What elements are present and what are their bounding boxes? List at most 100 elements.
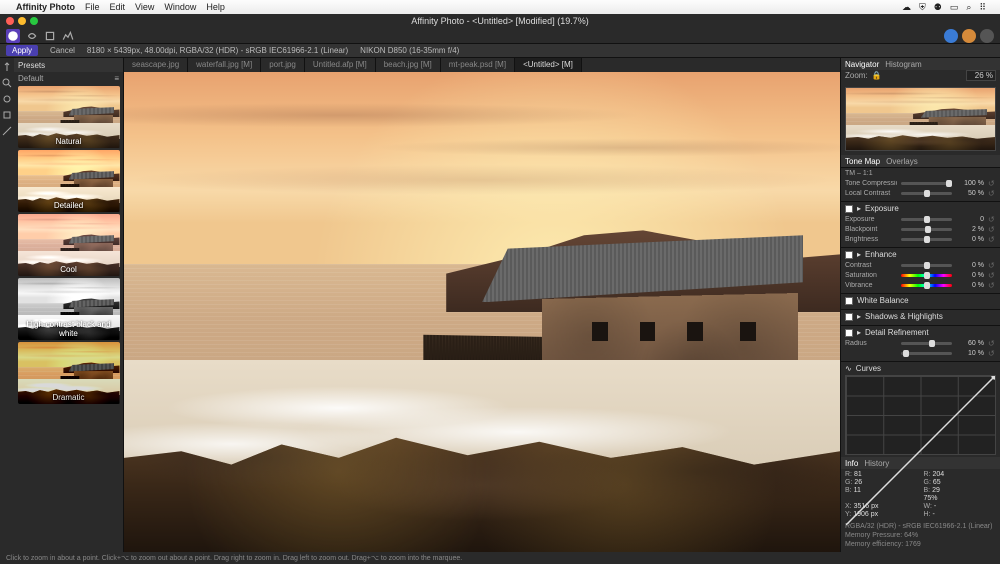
zoom-input[interactable] — [966, 70, 996, 81]
doc-tab[interactable]: port.jpg — [261, 58, 305, 72]
doc-tab[interactable]: seascape.jpg — [124, 58, 188, 72]
toolbar-levels-icon[interactable] — [62, 30, 74, 42]
exposure-section: ▸ Exposure Exposure 0 ↺ Blackpoint 2 % ↺… — [841, 201, 1000, 247]
tonemap-preset[interactable]: TM – 1:1 — [845, 170, 996, 177]
menu-file[interactable]: File — [85, 2, 100, 12]
reset-icon[interactable]: ↺ — [988, 261, 996, 270]
window-title: Affinity Photo - <Untitled> [Modified] (… — [0, 16, 1000, 26]
preset-label: High-contrast black and white — [18, 320, 120, 338]
status-control-center-icon[interactable]: ⠿ — [979, 2, 986, 13]
doc-tab[interactable]: mt-peak.psd [M] — [441, 58, 515, 72]
overlay-gradient-tool-icon[interactable] — [2, 126, 12, 136]
window-titlebar: Affinity Photo - <Untitled> [Modified] (… — [0, 14, 1000, 28]
context-toolbar: Apply Cancel 8180 × 5439px, 48.00dpi, RG… — [0, 44, 1000, 58]
reset-icon[interactable]: ↺ — [988, 271, 996, 280]
preset-label: Dramatic — [18, 393, 120, 402]
status-shield-icon[interactable]: ⛨ — [919, 2, 926, 13]
detail-checkbox[interactable] — [845, 329, 853, 337]
status-search-icon[interactable]: ⌕ — [966, 2, 971, 13]
shadows-section[interactable]: ▸ Shadows & Highlights — [841, 309, 1000, 325]
slider-vibrance[interactable]: Vibrance 0 % ↺ — [845, 281, 996, 290]
cancel-button[interactable]: Cancel — [50, 46, 75, 55]
enhance-checkbox[interactable] — [845, 251, 853, 259]
menu-view[interactable]: View — [135, 2, 154, 12]
reset-icon[interactable]: ↺ — [988, 281, 996, 290]
slider-detail-amount[interactable]: 10 % ↺ — [845, 349, 996, 358]
reset-icon[interactable]: ↺ — [988, 189, 996, 198]
curves-section: ∿ Curves — [841, 361, 1000, 457]
navigator-preview[interactable] — [845, 87, 996, 151]
enhance-section: ▸ Enhance Contrast 0 % ↺ Saturation 0 % … — [841, 247, 1000, 293]
status-hint: Click to zoom in about a point. Click+⌥ … — [6, 554, 462, 562]
tab-navigator[interactable]: Navigator — [845, 60, 879, 69]
preset-label: Detailed — [18, 201, 120, 210]
doc-tab-active[interactable]: <Untitled> [M] — [515, 58, 582, 72]
reset-icon[interactable]: ↺ — [988, 215, 996, 224]
sh-toggle-icon[interactable]: ▸ — [857, 312, 861, 321]
slider-blackpoint[interactable]: Blackpoint 2 % ↺ — [845, 225, 996, 234]
persona-toolbar — [0, 28, 1000, 44]
zoom-lock-icon[interactable]: 🔒 — [872, 71, 882, 80]
zoom-tool-icon[interactable] — [2, 78, 12, 88]
view-tool-icon[interactable] — [2, 62, 12, 72]
doc-tab[interactable]: beach.jpg [M] — [376, 58, 441, 72]
menu-window[interactable]: Window — [164, 2, 196, 12]
macos-menubar: Affinity Photo File Edit View Window Hel… — [0, 0, 1000, 14]
status-battery-icon[interactable]: ▭ — [950, 2, 959, 13]
preset-dramatic[interactable]: Dramatic — [18, 342, 120, 404]
preset-bw[interactable]: High-contrast black and white — [18, 278, 120, 340]
menu-edit[interactable]: Edit — [110, 2, 126, 12]
slider-contrast[interactable]: Contrast 0 % ↺ — [845, 261, 996, 270]
preset-natural[interactable]: Natural — [18, 86, 120, 148]
overlay-erase-tool-icon[interactable] — [2, 110, 12, 120]
sh-checkbox[interactable] — [845, 313, 853, 321]
preset-label: Natural — [18, 137, 120, 146]
app-menu[interactable]: Affinity Photo — [16, 2, 75, 12]
slider-exposure[interactable]: Exposure 0 ↺ — [845, 215, 996, 224]
slider-brightness[interactable]: Brightness 0 % ↺ — [845, 235, 996, 244]
reset-icon[interactable]: ↺ — [988, 339, 996, 348]
doc-tab[interactable]: Untitled.afp [M] — [305, 58, 376, 72]
toolbar-crop-icon[interactable] — [44, 30, 56, 42]
tonemap-icon — [7, 30, 19, 42]
reset-icon[interactable]: ↺ — [988, 225, 996, 234]
canvas-area: seascape.jpg waterfall.jpg [M] port.jpg … — [124, 58, 840, 552]
studio-panels: Navigator Histogram Zoom: 🔒 Tone Map Ove… — [840, 58, 1000, 552]
status-cloud-icon[interactable]: ☁︎ — [902, 2, 911, 13]
preset-detailed[interactable]: Detailed — [18, 150, 120, 212]
persona-tonemap[interactable] — [6, 29, 20, 43]
workspace-grey[interactable] — [980, 29, 994, 43]
apply-button[interactable]: Apply — [6, 45, 38, 56]
white-balance-section[interactable]: White Balance — [841, 293, 1000, 309]
reset-icon[interactable]: ↺ — [988, 235, 996, 244]
overlay-paint-tool-icon[interactable] — [2, 94, 12, 104]
wb-checkbox[interactable] — [845, 297, 853, 305]
toolbar-hand-icon[interactable] — [26, 30, 38, 42]
slider-tone-compression[interactable]: Tone Compression 100 % ↺ — [845, 179, 996, 188]
menu-help[interactable]: Help — [206, 2, 225, 12]
slider-local-contrast[interactable]: Local Contrast 50 % ↺ — [845, 189, 996, 198]
zoom-label: Zoom: — [845, 71, 868, 80]
detail-toggle-icon[interactable]: ▸ — [857, 328, 861, 337]
exposure-toggle-icon[interactable]: ▸ — [857, 204, 861, 213]
tab-overlays[interactable]: Overlays — [886, 157, 918, 166]
workspace-blue[interactable] — [944, 29, 958, 43]
preset-cool[interactable]: Cool — [18, 214, 120, 276]
canvas[interactable] — [124, 72, 840, 552]
enhance-toggle-icon[interactable]: ▸ — [857, 250, 861, 259]
slider-detail-radius[interactable]: Radius 60 % ↺ — [845, 339, 996, 348]
status-wifi-icon[interactable]: ⚉ — [934, 2, 942, 13]
document-info: 8180 × 5439px, 48.00dpi, RGBA/32 (HDR) -… — [87, 46, 348, 55]
reset-icon[interactable]: ↺ — [988, 179, 996, 188]
presets-group[interactable]: Default — [18, 74, 43, 83]
document-tabs: seascape.jpg waterfall.jpg [M] port.jpg … — [124, 58, 840, 72]
doc-tab[interactable]: waterfall.jpg [M] — [188, 58, 261, 72]
workspace-orange[interactable] — [962, 29, 976, 43]
reset-icon[interactable]: ↺ — [988, 349, 996, 358]
presets-menu-icon[interactable]: ≡ — [114, 74, 119, 83]
tab-tonemap[interactable]: Tone Map — [845, 157, 880, 166]
curves-graph[interactable] — [845, 375, 996, 455]
exposure-checkbox[interactable] — [845, 205, 853, 213]
tab-histogram[interactable]: Histogram — [885, 60, 921, 69]
slider-saturation[interactable]: Saturation 0 % ↺ — [845, 271, 996, 280]
